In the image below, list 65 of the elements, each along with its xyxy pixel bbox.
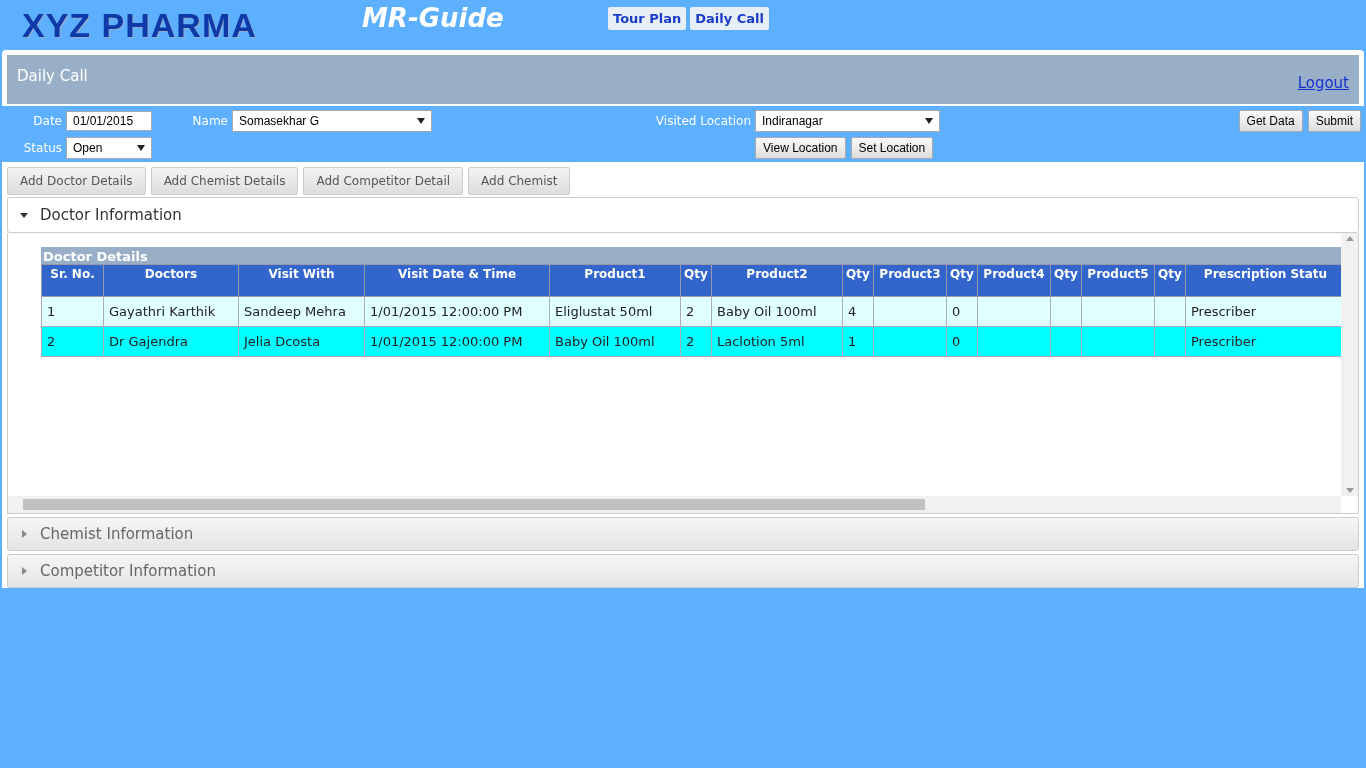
caret-down-icon [20, 211, 28, 219]
table-cell: Prescriber [1185, 296, 1341, 327]
column-header: Product1 [549, 264, 681, 297]
table-cell: Eliglustat 50ml [549, 296, 681, 327]
location-button[interactable]: Set Location [850, 137, 934, 159]
dropdown-caret-icon [925, 118, 933, 124]
form-button[interactable]: Submit [1307, 110, 1361, 132]
status-select[interactable]: Open [66, 137, 152, 159]
table-cell: 2 [41, 326, 104, 357]
table-cell: Gayathri Karthik [103, 296, 239, 327]
column-header: Sr. No. [41, 264, 104, 297]
location-select[interactable]: Indiranagar [755, 110, 940, 132]
add-button[interactable]: Add Competitor Detail [303, 167, 464, 195]
field-label: Visited Location [654, 114, 752, 128]
field-label: Name [191, 114, 229, 128]
scroll-down-icon[interactable] [1345, 488, 1354, 493]
scroll-up-icon[interactable] [1345, 236, 1354, 241]
logo: XYZ PHARMA [22, 6, 258, 45]
table-cell: Prescriber [1185, 326, 1341, 357]
horizontal-scrollbar[interactable] [8, 496, 1341, 513]
table-cell: 1/01/2015 12:00:00 PM [364, 296, 550, 327]
table-cell: Sandeep Mehra [238, 296, 365, 327]
dropdown-caret-icon [417, 118, 425, 124]
location-button[interactable]: View Location [755, 137, 846, 159]
add-button[interactable]: Add Chemist [468, 167, 571, 195]
column-header: Visit With [238, 264, 365, 297]
table-cell: Baby Oil 100ml [711, 296, 843, 327]
column-header: Qty [1154, 264, 1186, 297]
column-header: Product3 [873, 264, 947, 297]
column-header: Doctors [103, 264, 239, 297]
section-header[interactable]: Doctor Information [7, 197, 1359, 233]
table-caption: Doctor Details [41, 247, 1341, 264]
column-header: Product5 [1081, 264, 1155, 297]
field-label: Date [32, 114, 63, 128]
column-header: Visit Date & Time [364, 264, 550, 297]
table-cell: Dr Gajendra [103, 326, 239, 357]
column-header: Prescription Statu [1185, 264, 1341, 297]
add-button[interactable]: Add Doctor Details [7, 167, 146, 195]
caret-right-icon [20, 530, 28, 538]
field-label: Status [22, 141, 63, 155]
table-cell: Baby Oil 100ml [549, 326, 681, 357]
caret-right-icon [20, 567, 28, 575]
nav-button[interactable]: Daily Call [690, 7, 769, 30]
table-cell: 1 [41, 296, 104, 327]
table-cell: Laclotion 5ml [711, 326, 843, 357]
table-cell: Jelia Dcosta [238, 326, 365, 357]
add-button[interactable]: Add Chemist Details [150, 167, 299, 195]
dropdown-caret-icon [137, 145, 145, 151]
page-title: Daily Call [17, 66, 88, 85]
section-header[interactable]: Chemist Information [7, 517, 1359, 551]
logout-link[interactable]: Logout [1297, 73, 1349, 92]
section-header[interactable]: Competitor Information [7, 554, 1359, 588]
column-header: Product4 [977, 264, 1051, 297]
date-field[interactable]: 01/01/2015 [66, 111, 152, 131]
column-header: Qty [1050, 264, 1082, 297]
column-header: Qty [842, 264, 874, 297]
name-select[interactable]: Somasekhar G [232, 110, 432, 132]
column-header: Qty [946, 264, 978, 297]
column-header: Qty [680, 264, 712, 297]
column-header: Product2 [711, 264, 843, 297]
nav-button[interactable]: Tour Plan [608, 7, 687, 30]
app-title: MR-Guide [362, 3, 505, 33]
vertical-scrollbar[interactable] [1341, 233, 1358, 496]
form-button[interactable]: Get Data [1238, 110, 1303, 132]
table-cell: 1/01/2015 12:00:00 PM [364, 326, 550, 357]
